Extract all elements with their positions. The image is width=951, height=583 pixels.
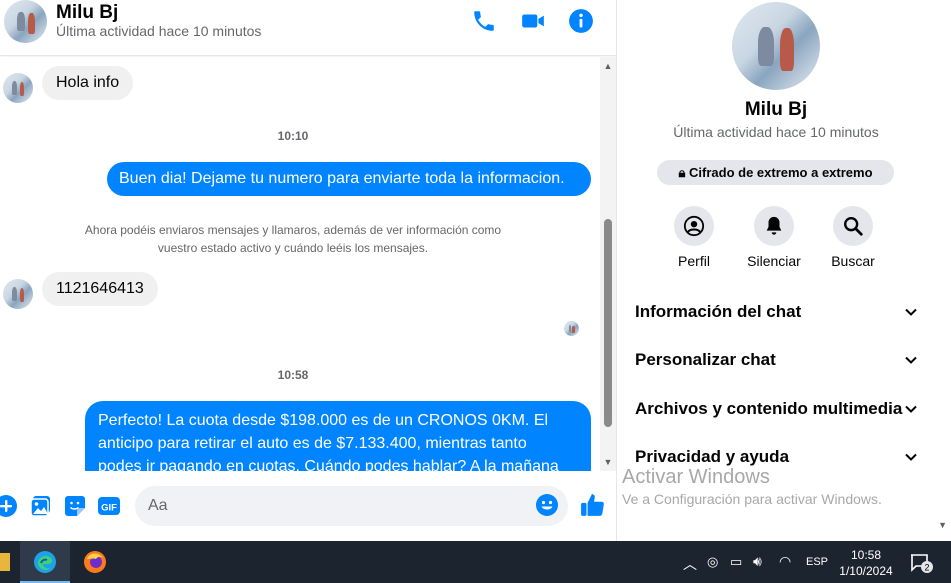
clock-time: 10:58 bbox=[850, 548, 882, 562]
profile-name[interactable]: Milu Bj bbox=[617, 99, 935, 121]
wifi-icon[interactable]: ◠ bbox=[779, 553, 791, 583]
search-action-label: Buscar bbox=[831, 253, 875, 269]
contact-status: Última actividad hace 10 minutos bbox=[56, 23, 262, 39]
message-line: podes ir pagando en cuotas. Cuándo podes… bbox=[98, 458, 559, 471]
incoming-message[interactable]: 1121646413 bbox=[42, 272, 158, 306]
message-list[interactable]: Hola info 10:10 Buen dia! Dejame tu nume… bbox=[0, 57, 600, 471]
profile-status: Última actividad hace 10 minutos bbox=[673, 124, 879, 140]
message-composer: GIF bbox=[0, 471, 616, 541]
meet-now-icon[interactable]: ◎ bbox=[707, 554, 718, 583]
scroll-down-arrow-icon[interactable]: ▼ bbox=[600, 455, 616, 469]
message-line: Perfecto! La cuota desde $198.000 es de … bbox=[98, 412, 549, 429]
language-indicator[interactable]: ESP bbox=[806, 556, 828, 583]
video-icon[interactable] bbox=[520, 8, 546, 34]
section-label: Archivos y contenido multimedia bbox=[635, 399, 903, 418]
edge-icon bbox=[34, 551, 56, 573]
image-icon[interactable] bbox=[29, 494, 53, 518]
sender-avatar[interactable] bbox=[3, 279, 33, 309]
message-scrollbar[interactable]: ▲ ▼ bbox=[600, 57, 616, 471]
scroll-down-arrow-icon[interactable]: ▼ bbox=[938, 520, 947, 530]
contact-name[interactable]: Milu Bj bbox=[56, 2, 118, 24]
battery-icon[interactable]: ▭ bbox=[730, 554, 742, 583]
scroll-up-arrow-icon[interactable]: ▲ bbox=[600, 59, 616, 73]
chevron-down-icon[interactable] bbox=[903, 401, 919, 417]
message-line: anticipo para retirar el auto es de $7.1… bbox=[98, 435, 527, 452]
thumbs-up-icon[interactable] bbox=[580, 492, 606, 518]
seen-indicator-avatar bbox=[564, 321, 579, 336]
profile-action-label: Perfil bbox=[678, 253, 710, 269]
clock-date: 1/10/2024 bbox=[839, 564, 893, 578]
gif-label: GIF bbox=[101, 503, 117, 514]
sticker-icon[interactable] bbox=[63, 494, 87, 518]
emoji-icon[interactable] bbox=[535, 493, 559, 517]
info-notice-line: Ahora podéis enviaros mensajes y llamaro… bbox=[84, 223, 502, 237]
messenger-window: Milu Bj Última actividad hace 10 minutos… bbox=[0, 0, 951, 583]
firefox-taskbar-button[interactable] bbox=[72, 541, 118, 583]
gif-icon[interactable]: GIF bbox=[97, 494, 121, 518]
e2e-encryption-badge[interactable]: 🔒︎ Cifrado de extremo a extremo bbox=[657, 160, 894, 185]
lock-icon: 🔒︎ bbox=[678, 165, 686, 180]
phone-icon[interactable] bbox=[471, 8, 497, 34]
edge-taskbar-button[interactable] bbox=[20, 541, 70, 583]
notification-count: 2 bbox=[924, 563, 929, 573]
info-icon[interactable] bbox=[568, 8, 594, 34]
mute-action[interactable]: Silenciar bbox=[734, 206, 814, 269]
scroll-thumb[interactable] bbox=[604, 219, 612, 427]
firefox-icon bbox=[84, 551, 106, 573]
chevron-down-icon[interactable] bbox=[903, 352, 919, 368]
section-label: Personalizar chat bbox=[635, 350, 776, 369]
message-input-wrapper bbox=[135, 486, 568, 526]
plus-icon[interactable] bbox=[0, 494, 18, 518]
message-input[interactable] bbox=[148, 486, 528, 526]
notification-center-icon[interactable]: 2 bbox=[909, 553, 933, 573]
contact-avatar[interactable] bbox=[4, 0, 47, 43]
activate-windows-subtitle: Ve a Configuración para activar Windows. bbox=[622, 491, 882, 507]
show-hidden-icons-icon[interactable]: ︿ bbox=[683, 554, 697, 583]
profile-icon[interactable] bbox=[674, 206, 714, 246]
outgoing-message[interactable]: Buen dia! Dejame tu numero para enviarte… bbox=[107, 162, 591, 196]
incoming-message[interactable]: Hola info bbox=[42, 66, 134, 100]
message-timestamp: 10:58 bbox=[277, 368, 309, 382]
section-chat-info[interactable]: Información del chat bbox=[635, 296, 919, 328]
chevron-down-icon[interactable] bbox=[903, 304, 919, 320]
bell-icon[interactable] bbox=[754, 206, 794, 246]
section-customize-chat[interactable]: Personalizar chat bbox=[635, 344, 919, 376]
profile-avatar[interactable] bbox=[732, 2, 820, 90]
conversation-details-panel: Milu Bj Última actividad hace 10 minutos… bbox=[616, 0, 951, 541]
windows-taskbar: ︿ ◎ ▭ 🔊︎ ◠ ESP 10:58 1/10/2024 2 bbox=[0, 541, 951, 583]
info-notice-line: vuestro estado activo y cuándo leéis los… bbox=[157, 241, 429, 255]
section-media-files[interactable]: Archivos y contenido multimedia bbox=[635, 393, 919, 425]
chevron-down-icon[interactable] bbox=[903, 449, 919, 465]
message-timestamp: 10:10 bbox=[277, 129, 309, 143]
outgoing-message[interactable]: Perfecto! La cuota desde $198.000 es de … bbox=[85, 401, 591, 471]
chat-header: Milu Bj Última actividad hace 10 minutos bbox=[0, 0, 616, 56]
search-icon[interactable] bbox=[833, 206, 873, 246]
file-explorer-icon[interactable] bbox=[0, 553, 10, 571]
section-label: Privacidad y ayuda bbox=[635, 447, 790, 466]
e2e-label: Cifrado de extremo a extremo bbox=[689, 165, 873, 180]
mute-action-label: Silenciar bbox=[747, 253, 801, 269]
activate-windows-title: Activar Windows bbox=[622, 466, 770, 488]
search-action[interactable]: Buscar bbox=[813, 206, 893, 269]
volume-icon[interactable]: 🔊︎ bbox=[753, 553, 762, 583]
system-clock[interactable]: 10:58 1/10/2024 bbox=[835, 547, 897, 579]
section-label: Información del chat bbox=[635, 302, 802, 321]
profile-action[interactable]: Perfil bbox=[654, 206, 734, 269]
info-notice: Ahora podéis enviaros mensajes y llamaro… bbox=[50, 221, 536, 257]
sender-avatar[interactable] bbox=[3, 73, 33, 103]
